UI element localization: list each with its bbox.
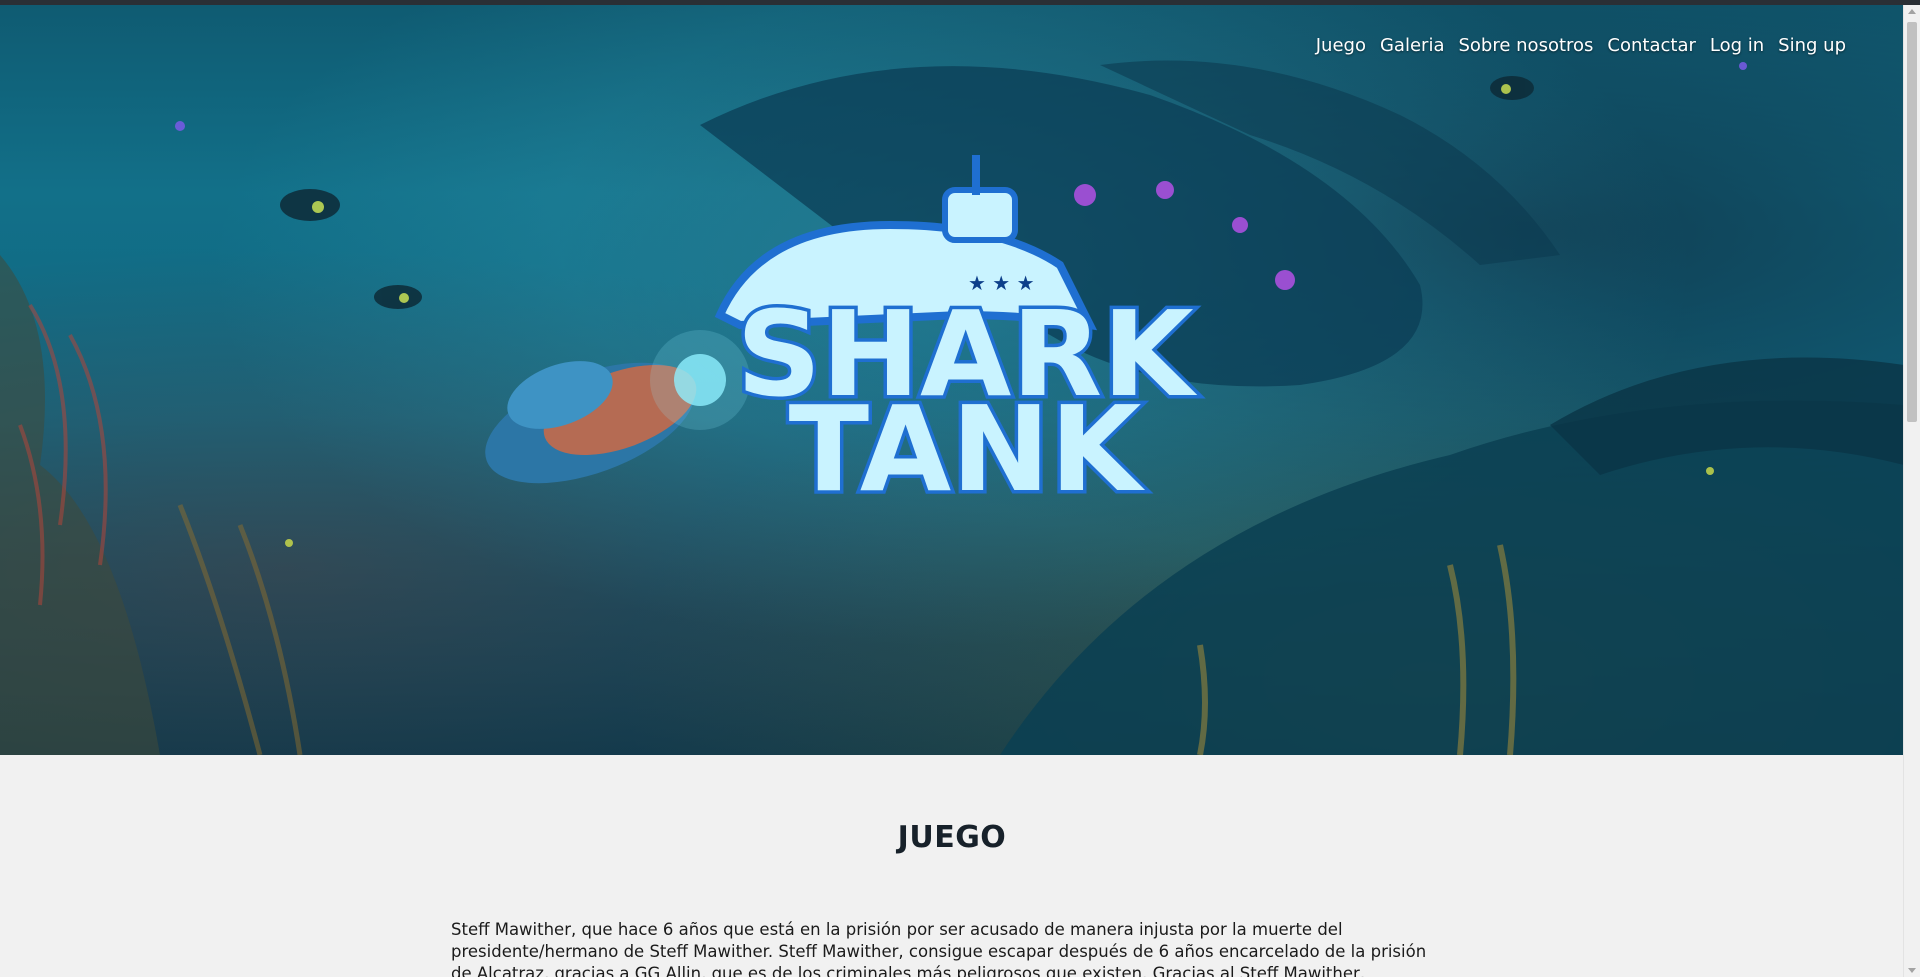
page: Juego Galeria Sobre nosotros Contactar L… — [0, 5, 1904, 977]
vertical-scrollbar[interactable] — [1903, 5, 1920, 977]
nav-item-juego[interactable]: Juego — [1316, 35, 1366, 56]
scroll-down-arrow-icon[interactable] — [1908, 968, 1916, 973]
nav-item-sign-up[interactable]: Sing up — [1778, 35, 1846, 56]
main-navigation: Juego Galeria Sobre nosotros Contactar L… — [1316, 35, 1846, 56]
nav-item-log-in[interactable]: Log in — [1710, 35, 1764, 56]
shark-tank-logo: ★ ★ ★ SHARK TANK — [700, 155, 1220, 515]
logo-text-tank: TANK — [789, 380, 1146, 515]
section-description: Steff Mawither, que hace 6 años que está… — [451, 920, 1427, 977]
scrollbar-thumb[interactable] — [1907, 22, 1917, 422]
section-title: JUEGO — [897, 820, 1007, 855]
scroll-up-arrow-icon[interactable] — [1908, 9, 1916, 14]
nav-item-sobre-nosotros[interactable]: Sobre nosotros — [1458, 35, 1593, 56]
juego-section: JUEGO Steff Mawither, que hace 6 años qu… — [0, 755, 1904, 977]
nav-item-contactar[interactable]: Contactar — [1607, 35, 1695, 56]
nav-item-galeria[interactable]: Galeria — [1380, 35, 1445, 56]
hero-banner: Juego Galeria Sobre nosotros Contactar L… — [0, 5, 1904, 755]
